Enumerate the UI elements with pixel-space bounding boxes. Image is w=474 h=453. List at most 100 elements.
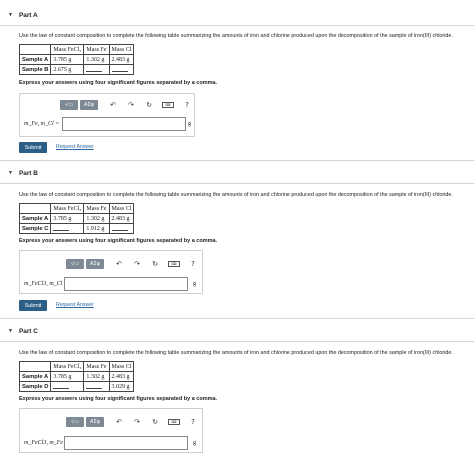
help-icon[interactable]: ? (188, 260, 198, 268)
greek-symbols-button[interactable]: ΑΣφ (80, 100, 98, 110)
divider (0, 183, 474, 184)
express-instruction: Express your answers using four signific… (19, 80, 218, 86)
table-header-cell: Mass Fe (83, 44, 110, 55)
template-button[interactable]: √▭ (66, 417, 84, 427)
template-button[interactable]: √▭ (66, 259, 84, 269)
submit-button[interactable]: Submit (19, 300, 47, 311)
blank-line (111, 66, 128, 72)
equation-toolbar: √▭ ΑΣφ ↶ ↷ ↻ ⌨ ? (60, 100, 192, 110)
request-answer-link[interactable]: Request Answer (56, 302, 94, 308)
instructions: Use the law of constant composition to c… (19, 192, 453, 198)
redo-icon[interactable]: ↷ (132, 260, 142, 268)
divider (0, 25, 474, 26)
table-header-cell: Mass Fe (83, 203, 110, 214)
reset-icon[interactable]: ↻ (150, 418, 160, 426)
answer-input[interactable] (62, 117, 186, 131)
submit-button[interactable]: Submit (19, 142, 47, 153)
table-header-cell (18, 203, 52, 214)
answer-input[interactable] (64, 277, 188, 291)
table-header-cell: Mass Cl (108, 44, 135, 55)
keyboard-icon[interactable]: ⌨ (168, 419, 180, 425)
answer-box: √▭ ΑΣφ ↶ ↷ ↻ ⌨ ? m_FeCl3, m_Cl = g (19, 250, 203, 294)
equation-toolbar: √▭ ΑΣφ ↶ ↷ ↻ ⌨ ? (66, 259, 198, 269)
table-cell-blank (83, 64, 110, 75)
row-label: Sample A (18, 54, 52, 65)
collapse-caret-icon[interactable]: ▼ (8, 170, 13, 176)
blank-line (53, 225, 70, 231)
keyboard-icon[interactable]: ⌨ (162, 102, 174, 108)
row-label: Sample D (18, 381, 52, 392)
table-cell-blank (108, 223, 135, 234)
collapse-caret-icon[interactable]: ▼ (8, 328, 13, 334)
redo-icon[interactable]: ↷ (132, 418, 142, 426)
data-table: Mass FeCl₃ Mass Fe Mass Cl Sample A 3.78… (18, 44, 135, 75)
undo-icon[interactable]: ↶ (108, 101, 118, 109)
table-cell: 3.029 g (108, 381, 135, 392)
blank-line (86, 66, 103, 72)
express-instruction: Express your answers using four signific… (19, 238, 218, 244)
part-c-header[interactable]: ▼ Part C (0, 324, 474, 338)
table-header-cell: Mass FeCl₃ (50, 203, 85, 214)
table-header-cell (18, 361, 52, 372)
answer-label: m_FeCl3, m_Cl = (24, 281, 68, 287)
table-cell: 3.785 g (50, 371, 85, 382)
unit-label: g (193, 440, 196, 446)
row-label: Sample C (18, 223, 52, 234)
divider (0, 341, 474, 342)
table-header-cell: Mass Fe (83, 361, 110, 372)
table-header-row: Mass FeCl₃ Mass Fe Mass Cl (18, 203, 135, 214)
data-table: Mass FeCl₃ Mass Fe Mass Cl Sample A 3.78… (18, 203, 135, 234)
keyboard-icon[interactable]: ⌨ (168, 261, 180, 267)
table-cell: 1.912 g (83, 223, 110, 234)
reset-icon[interactable]: ↻ (144, 101, 154, 109)
part-b-header[interactable]: ▼ Part B (0, 166, 474, 180)
table-header-cell: Mass Cl (108, 203, 135, 214)
answer-box: √▭ ΑΣφ ↶ ↷ ↻ ⌨ ? m_FeCl3, m_Fe = g (19, 408, 203, 453)
answer-label: m_FeCl3, m_Fe = (24, 440, 69, 446)
table-row: Sample A 3.785 g 1.302 g 2.483 g (18, 371, 135, 382)
table-cell: 3.785 g (50, 213, 85, 224)
equation-toolbar: √▭ ΑΣφ ↶ ↷ ↻ ⌨ ? (66, 417, 198, 427)
table-row: Sample D 3.029 g (18, 381, 135, 392)
redo-icon[interactable]: ↷ (126, 101, 136, 109)
express-instruction: Express your answers using four signific… (19, 396, 218, 402)
table-header-cell: Mass FeCl₃ (50, 44, 85, 55)
table-cell: 1.302 g (83, 213, 110, 224)
table-cell-blank (108, 64, 135, 75)
blank-line (86, 383, 103, 389)
part-a-header[interactable]: ▼ Part A (0, 8, 474, 22)
table-cell-blank (83, 381, 110, 392)
table-cell: 1.302 g (83, 371, 110, 382)
undo-icon[interactable]: ↶ (114, 260, 124, 268)
answer-box: √▭ ΑΣφ ↶ ↷ ↻ ⌨ ? m_Fe, m_Cl = g (19, 93, 195, 137)
table-cell: 2.483 g (108, 54, 135, 65)
greek-symbols-button[interactable]: ΑΣφ (86, 259, 104, 269)
row-label: Sample A (18, 371, 52, 382)
table-header-cell: Mass FeCl₃ (50, 361, 85, 372)
table-cell-blank (50, 223, 85, 234)
help-icon[interactable]: ? (188, 418, 198, 426)
greek-symbols-button[interactable]: ΑΣφ (86, 417, 104, 427)
answer-input[interactable] (64, 436, 188, 450)
data-table: Mass FeCl₃ Mass Fe Mass Cl Sample A 3.78… (18, 361, 135, 392)
help-icon[interactable]: ? (182, 101, 192, 109)
instructions: Use the law of constant composition to c… (19, 350, 453, 356)
divider (0, 160, 474, 161)
template-button[interactable]: √▭ (60, 100, 78, 110)
part-title: Part B (19, 169, 38, 177)
table-row: Sample A 3.785 g 1.302 g 2.483 g (18, 213, 135, 224)
instructions: Use the law of constant composition to c… (19, 33, 453, 39)
row-label: Sample B (18, 64, 52, 75)
table-cell-blank (50, 381, 85, 392)
reset-icon[interactable]: ↻ (150, 260, 160, 268)
collapse-caret-icon[interactable]: ▼ (8, 12, 13, 18)
undo-icon[interactable]: ↶ (114, 418, 124, 426)
unit-label: g (188, 121, 191, 127)
answer-label: m_Fe, m_Cl = (24, 121, 60, 127)
table-header-cell (18, 44, 52, 55)
request-answer-link[interactable]: Request Answer (56, 144, 94, 150)
table-cell: 3.785 g (50, 54, 85, 65)
part-title: Part A (19, 11, 38, 19)
table-header-cell: Mass Cl (108, 361, 135, 372)
divider (0, 318, 474, 319)
